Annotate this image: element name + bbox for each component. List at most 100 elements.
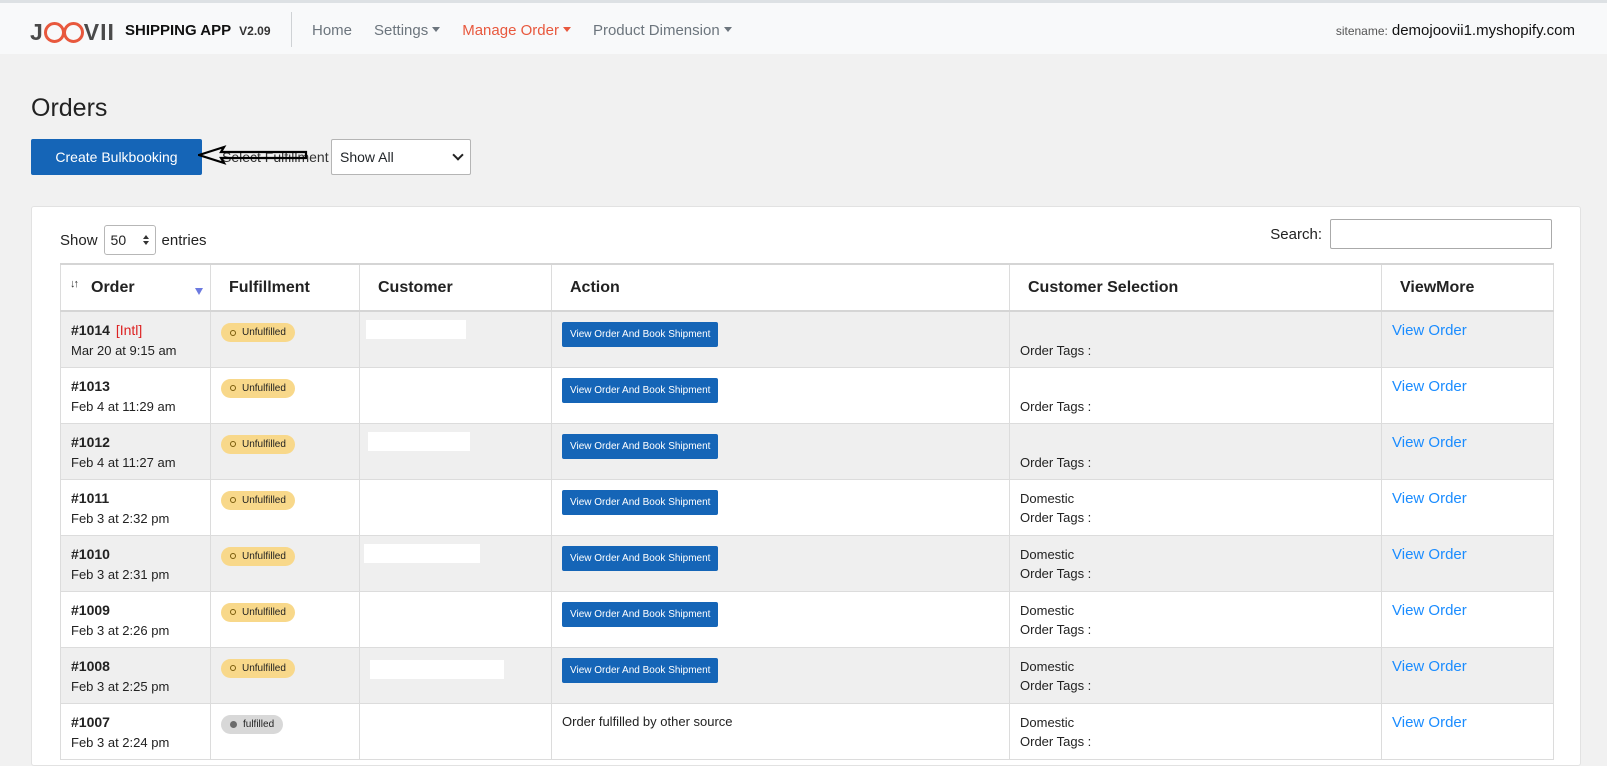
col-order[interactable]: ↓↑ Order [60, 263, 211, 312]
order-date: Feb 3 at 2:25 pm [71, 678, 170, 694]
view-order-book-shipment-button[interactable]: View Order And Book Shipment [562, 322, 719, 347]
order-number[interactable]: #1011 [71, 490, 200, 506]
caret-down-icon [723, 27, 732, 32]
sort-desc-icon [195, 288, 203, 295]
viewmore-cell: View Order [1381, 646, 1554, 704]
order-number[interactable]: #1009 [71, 602, 200, 618]
order-number[interactable]: #1010 [71, 546, 200, 562]
fulfillment-select[interactable]: Show All [331, 139, 471, 175]
customer-cell [359, 534, 552, 592]
nav-home[interactable]: Home [312, 22, 352, 39]
nav-manage-order[interactable]: Manage Order [462, 22, 571, 39]
order-tags: Order Tags : [1020, 565, 1092, 581]
order-tags: Order Tags : [1020, 454, 1092, 470]
fulfillment-cell: Unfulfilled [210, 646, 360, 704]
joovii-logo[interactable]: J VII [30, 19, 115, 45]
order-date: Feb 3 at 2:31 pm [71, 566, 170, 582]
search: Search: [1270, 219, 1552, 249]
nav-manage-order-label: Manage Order [462, 22, 559, 39]
customer-selection-cell: Domestic Order Tags : [1009, 478, 1382, 536]
caret-down-icon [432, 27, 441, 32]
order-number[interactable]: #1013 [71, 378, 200, 394]
view-order-link[interactable]: View Order [1392, 490, 1467, 507]
view-order-book-shipment-button[interactable]: View Order And Book Shipment [562, 489, 719, 515]
order-number-line: #1014 [Intl] [71, 322, 200, 338]
view-order-book-shipment-button[interactable]: View Order And Book Shipment [562, 601, 719, 627]
app-name: SHIPPING APP V2.09 [125, 22, 271, 39]
order-cell: #1011 Feb 3 at 2:32 pm [60, 478, 211, 536]
fulfillment-cell: Unfulfilled [210, 590, 360, 648]
customer-selection-cell: Domestic Order Tags : [1009, 646, 1382, 704]
status-badge-label: Unfulfilled [242, 662, 286, 674]
col-customer-selection[interactable]: Customer Selection [1009, 263, 1382, 312]
nav-product-dimension[interactable]: Product Dimension [593, 22, 732, 39]
top-navbar: J VII SHIPPING APP V2.09 Home Settings Man… [0, 0, 1607, 54]
status-dot-icon [230, 497, 236, 503]
nav-settings[interactable]: Settings [374, 22, 441, 39]
customer-selection-cell: Order Tags : [1009, 422, 1382, 480]
view-order-link[interactable]: View Order [1392, 714, 1467, 731]
entries-select[interactable]: 50 [103, 225, 156, 255]
status-badge: Unfulfilled [221, 323, 295, 342]
view-order-link[interactable]: View Order [1392, 546, 1467, 563]
status-dot-icon [230, 720, 237, 728]
intl-tag: [Intl] [115, 322, 143, 338]
status-dot-icon [230, 665, 236, 671]
order-number[interactable]: #1012 [71, 434, 200, 450]
customer-selection-cell: Domestic Order Tags : [1009, 590, 1382, 648]
order-number[interactable]: #1014 [71, 322, 110, 338]
search-input[interactable] [1330, 219, 1552, 249]
action-cell: View Order And Book Shipment [551, 422, 1010, 480]
view-order-book-shipment-button[interactable]: View Order And Book Shipment [562, 377, 719, 403]
col-viewmore[interactable]: ViewMore [1381, 263, 1554, 312]
app-version: V2.09 [239, 24, 271, 38]
customer-cell [359, 366, 552, 424]
table-row: #1013 Feb 4 at 11:29 am Unfulfilled View… [60, 366, 1554, 424]
status-dot-icon [230, 609, 236, 615]
view-order-book-shipment-button[interactable]: View Order And Book Shipment [562, 657, 719, 683]
nav-divider [291, 12, 292, 47]
status-dot-icon [230, 441, 236, 447]
view-order-book-shipment-button[interactable]: View Order And Book Shipment [562, 545, 719, 571]
sort-icon: ↓↑ [70, 278, 79, 290]
action-cell: View Order And Book Shipment [551, 366, 1010, 424]
customer-selection-cell: Domestic Order Tags : [1009, 702, 1382, 760]
view-order-link[interactable]: View Order [1392, 322, 1467, 339]
col-action[interactable]: Action [551, 263, 1010, 312]
action-cell: View Order And Book Shipment [551, 534, 1010, 592]
status-badge-label: Unfulfilled [242, 606, 286, 618]
status-badge-label: Unfulfilled [242, 550, 286, 562]
table-row: #1011 Feb 3 at 2:32 pm Unfulfilled View … [60, 478, 1554, 536]
order-number[interactable]: #1008 [71, 658, 200, 674]
redacted-customer [365, 605, 479, 625]
action-cell: View Order And Book Shipment [551, 590, 1010, 648]
status-badge: Unfulfilled [221, 378, 295, 398]
status-badge-label: Unfulfilled [242, 438, 286, 450]
col-customer[interactable]: Customer [359, 263, 552, 312]
view-order-link[interactable]: View Order [1392, 658, 1467, 675]
customer-cell [359, 310, 552, 368]
viewmore-cell: View Order [1381, 310, 1554, 368]
view-order-link[interactable]: View Order [1392, 602, 1467, 619]
order-date: Feb 4 at 11:29 am [71, 398, 176, 414]
customer-cell [359, 590, 552, 648]
col-fulfillment[interactable]: Fulfillment [210, 263, 360, 312]
table-row: #1008 Feb 3 at 2:25 pm Unfulfilled View … [60, 646, 1554, 704]
order-number[interactable]: #1007 [71, 714, 200, 730]
col-customer-label: Customer [378, 278, 453, 296]
status-badge: Unfulfilled [221, 434, 295, 454]
table-header-row: ↓↑ Order Fulfillment Customer Action Cus… [60, 263, 1554, 312]
customer-selection-value: Domestic [1020, 602, 1075, 618]
status-badge-label: Unfulfilled [242, 327, 286, 338]
view-order-book-shipment-button[interactable]: View Order And Book Shipment [562, 433, 719, 459]
order-tags: Order Tags : [1020, 509, 1092, 525]
create-bulkbooking-button[interactable]: Create Bulkbooking [31, 139, 202, 175]
table-row: #1009 Feb 3 at 2:26 pm Unfulfilled View … [60, 590, 1554, 648]
status-badge: Unfulfilled [221, 546, 295, 566]
viewmore-cell: View Order [1381, 366, 1554, 424]
customer-selection-cell: Domestic Order Tags : [1009, 534, 1382, 592]
view-order-link[interactable]: View Order [1392, 378, 1467, 395]
fulfillment-cell: Unfulfilled [210, 366, 360, 424]
view-order-link[interactable]: View Order [1392, 434, 1467, 451]
order-date: Feb 3 at 2:32 pm [71, 510, 170, 526]
